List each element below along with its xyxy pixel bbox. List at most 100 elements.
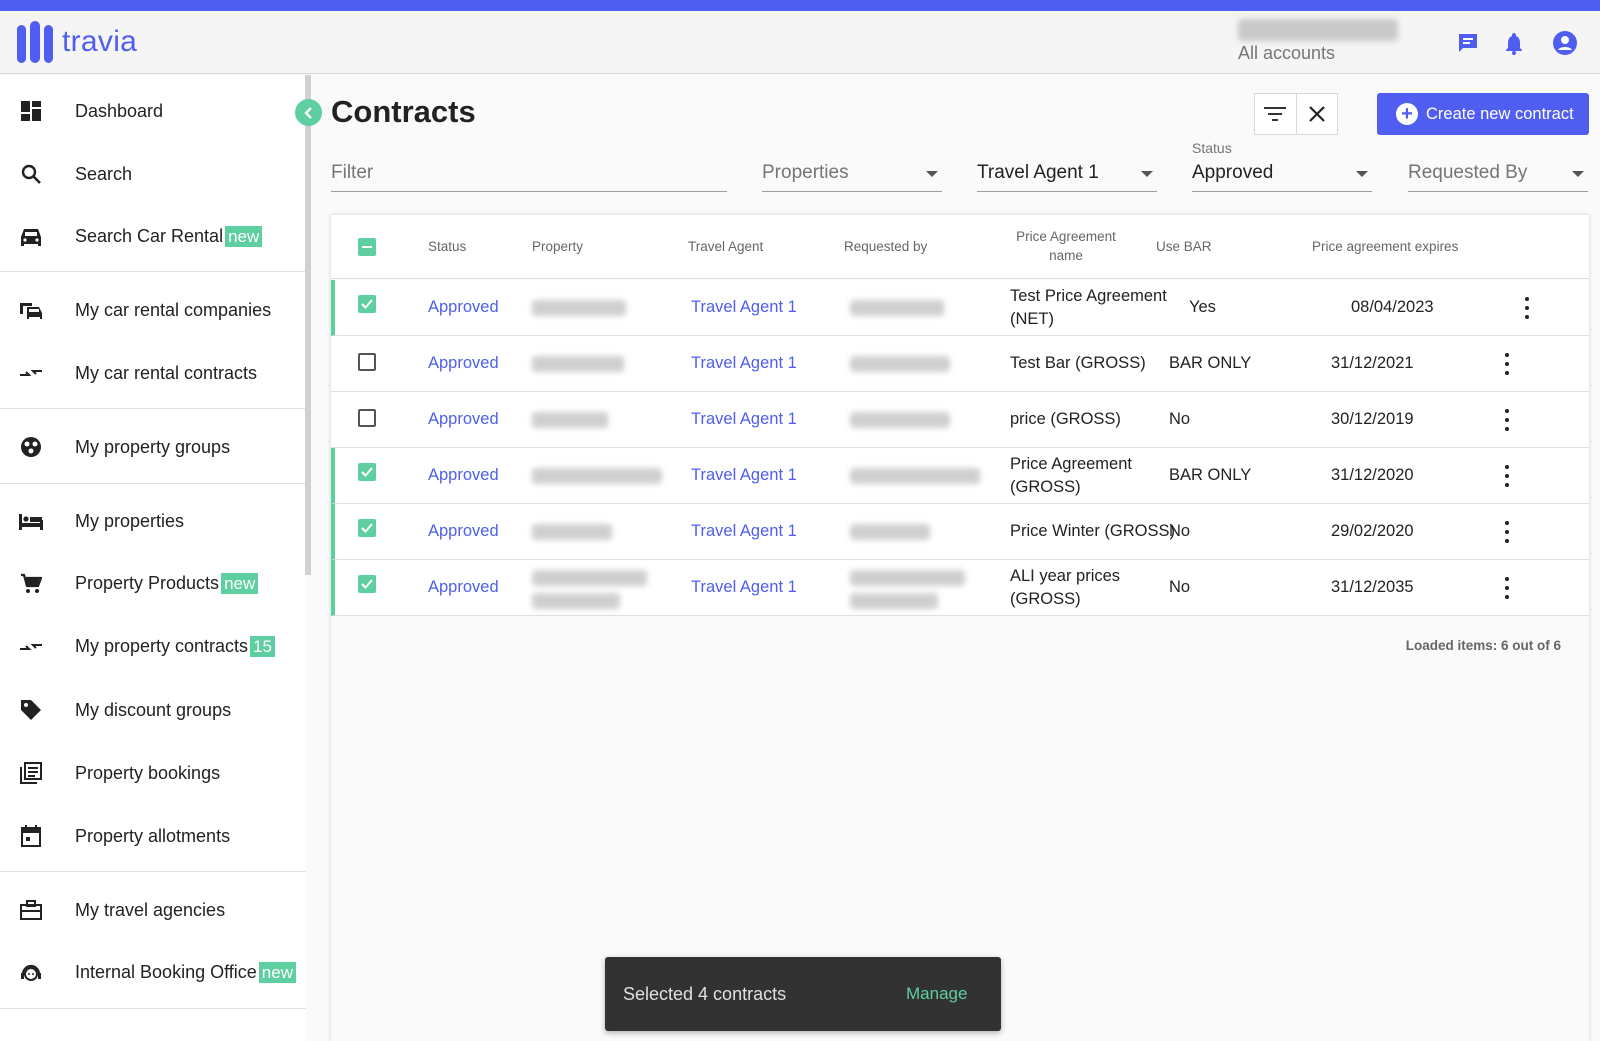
row-checkbox[interactable] (358, 409, 376, 427)
sidebar-scrollbar[interactable] (305, 75, 311, 575)
clear-filters-button[interactable] (1295, 94, 1337, 134)
row-checkbox[interactable] (358, 575, 376, 593)
sidebar-item-label: Property allotments (75, 825, 231, 846)
expires-date: 31/12/2035 (1331, 578, 1414, 596)
more-vert-icon[interactable] (1505, 521, 1509, 543)
status-link[interactable]: Approved (428, 298, 499, 317)
requested-by-redacted (850, 356, 950, 372)
header-requested-by[interactable]: Requested by (844, 239, 927, 254)
new-badge: new (221, 573, 259, 594)
status-link[interactable]: Approved (428, 410, 499, 429)
sidebar-item-car-rental-contracts[interactable]: My car rental contracts (0, 347, 306, 399)
table-row[interactable]: Approved Travel Agent 1 ALI year prices(… (331, 560, 1589, 616)
travel-agent-link[interactable]: Travel Agent 1 (691, 298, 797, 317)
sidebar-item-label: My properties (75, 510, 185, 531)
expires-date: 08/04/2023 (1351, 298, 1434, 316)
new-badge: new (258, 962, 296, 983)
status-link[interactable]: Approved (428, 522, 499, 541)
sidebar-item-search-car-rental[interactable]: Search Car Rental new (0, 211, 306, 263)
status-value: Approved (1192, 162, 1274, 183)
briefcase-icon (19, 898, 43, 922)
requested-by-redacted (850, 593, 938, 609)
table-row[interactable]: Approved Travel Agent 1 Price Agreement(… (331, 448, 1589, 504)
requested-by-placeholder: Requested By (1408, 162, 1528, 183)
sidebar-item-property-groups[interactable]: My property groups (0, 421, 306, 473)
row-checkbox[interactable] (358, 463, 376, 481)
status-link[interactable]: Approved (428, 578, 499, 597)
sidebar-item-property-bookings[interactable]: Property bookings (0, 747, 306, 799)
more-vert-icon[interactable] (1505, 353, 1509, 375)
sidebar: Dashboard Search Search Car Rental new My… (0, 75, 306, 1041)
header-price-agreement[interactable]: Price Agreement name (1011, 229, 1121, 263)
logo[interactable]: travia (16, 19, 137, 65)
row-checkbox[interactable] (358, 519, 376, 537)
create-contract-label: Create new contract (1426, 104, 1574, 123)
more-vert-icon[interactable] (1505, 409, 1509, 431)
sidebar-item-dashboard[interactable]: Dashboard (0, 85, 306, 137)
contracts-arrows-icon (19, 635, 43, 659)
car-icon (19, 225, 43, 249)
cart-icon (19, 572, 43, 596)
status-select[interactable]: Status Approved (1192, 140, 1372, 192)
header-travel-agent[interactable]: Travel Agent (688, 239, 763, 254)
table-row[interactable]: Approved Travel Agent 1 Price Winter (GR… (331, 504, 1589, 560)
check-icon (361, 299, 373, 309)
filter-input[interactable]: Filter (331, 150, 727, 192)
row-checkbox[interactable] (358, 295, 376, 313)
travel-agent-link[interactable]: Travel Agent 1 (691, 522, 797, 541)
table-row[interactable]: Approved Travel Agent 1 Test Price Agree… (331, 280, 1589, 336)
sidebar-item-discount-groups[interactable]: My discount groups (0, 684, 306, 736)
sidebar-item-internal-booking-office[interactable]: Internal Booking Office new (0, 947, 306, 999)
requested-by-redacted (850, 300, 944, 316)
travel-agent-link[interactable]: Travel Agent 1 (691, 466, 797, 485)
status-link[interactable]: Approved (428, 466, 499, 485)
expires-date: 31/12/2021 (1331, 354, 1414, 372)
dashboard-icon (19, 99, 43, 123)
sidebar-item-property-contracts[interactable]: My property contracts 15 (0, 621, 306, 673)
manage-button[interactable]: Manage (906, 984, 967, 1004)
properties-placeholder: Properties (762, 162, 849, 183)
expires-date: 29/02/2020 (1331, 522, 1414, 540)
travel-agent-select[interactable]: Travel Agent 1 (977, 150, 1157, 192)
sidebar-item-search[interactable]: Search (0, 148, 306, 200)
price-agreement-name: Test Price Agreement (NET) (1010, 287, 1167, 328)
account-circle-icon[interactable] (1551, 29, 1579, 57)
select-all-checkbox[interactable] (358, 238, 376, 256)
sidebar-divider (0, 483, 306, 484)
travel-agent-link[interactable]: Travel Agent 1 (691, 354, 797, 373)
more-vert-icon[interactable] (1505, 465, 1509, 487)
sidebar-item-properties[interactable]: My properties (0, 495, 306, 547)
bookings-icon (19, 761, 43, 785)
header-property[interactable]: Property (532, 239, 583, 254)
status-link[interactable]: Approved (428, 354, 499, 373)
collapse-sidebar-button[interactable] (295, 99, 322, 126)
dropdown-arrow-icon (1572, 171, 1584, 177)
requested-by-select[interactable]: Requested By (1408, 150, 1588, 192)
selection-snackbar: Selected 4 contracts Manage (605, 957, 1001, 1031)
travel-agent-link[interactable]: Travel Agent 1 (691, 578, 797, 597)
header-status[interactable]: Status (428, 239, 466, 254)
sidebar-item-travel-agencies[interactable]: My travel agencies (0, 884, 306, 936)
properties-select[interactable]: Properties (762, 150, 942, 192)
table-row[interactable]: Approved Travel Agent 1 price (GROSS) No… (331, 392, 1589, 448)
filter-button[interactable] (1255, 94, 1296, 134)
account-scope: All accounts (1238, 43, 1336, 63)
sidebar-item-car-rental-companies[interactable]: My car rental companies (0, 284, 306, 336)
chat-icon[interactable] (1454, 29, 1482, 57)
check-icon (361, 467, 373, 477)
table-row[interactable]: Approved Travel Agent 1 Test Bar (GROSS)… (331, 336, 1589, 392)
account-switcher[interactable]: All accounts (1238, 19, 1410, 64)
travia-logo-icon (17, 21, 53, 63)
header-use-bar[interactable]: Use BAR (1156, 239, 1212, 254)
travel-agent-link[interactable]: Travel Agent 1 (691, 410, 797, 429)
more-vert-icon[interactable] (1525, 297, 1529, 319)
create-contract-button[interactable]: + Create new contract (1377, 93, 1589, 135)
sidebar-item-property-allotments[interactable]: Property allotments (0, 810, 306, 862)
bell-icon[interactable] (1500, 29, 1528, 57)
sidebar-item-property-products[interactable]: Property Products new (0, 558, 306, 610)
row-checkbox[interactable] (358, 353, 376, 371)
status-label: Status (1192, 140, 1232, 156)
more-vert-icon[interactable] (1505, 577, 1509, 599)
header-expires[interactable]: Price agreement expires (1312, 239, 1458, 254)
tag-icon (19, 698, 43, 722)
